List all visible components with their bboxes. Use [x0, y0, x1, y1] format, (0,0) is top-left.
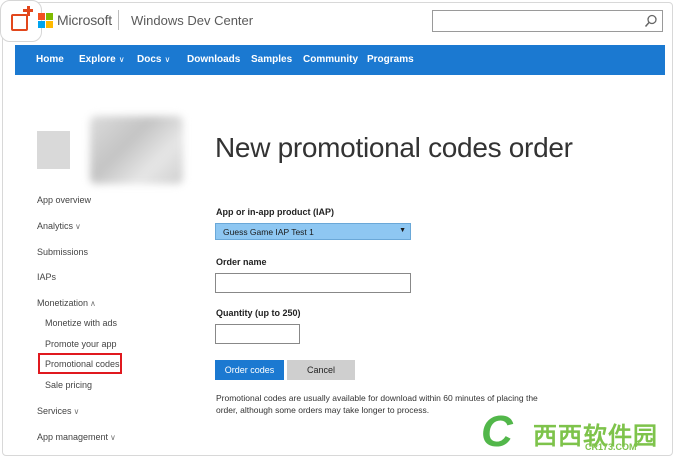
search-icon[interactable]	[644, 14, 658, 28]
chevron-down-icon: ∨	[75, 222, 81, 231]
app-thumbnail	[37, 131, 70, 169]
sidebar-item-monetize-with-ads[interactable]: Monetize with ads	[45, 318, 117, 328]
sidebar-item-promotional-codes[interactable]: Promotional codes	[45, 359, 120, 369]
watermark-url: CR173.COM	[585, 442, 637, 452]
header-divider	[118, 10, 119, 30]
quantity-field[interactable]	[215, 324, 300, 344]
nav-samples[interactable]: Samples	[251, 54, 292, 65]
product-select-value: Guess Game IAP Test 1	[223, 227, 314, 237]
site-watermark: C 西西软件园 CR173.COM	[475, 408, 675, 458]
chevron-up-icon: ∧	[90, 299, 96, 308]
product-label: App or in-app product (IAP)	[216, 207, 334, 217]
search-input[interactable]	[432, 10, 663, 32]
order-codes-button[interactable]: Order codes	[215, 360, 284, 380]
sidebar-item-services[interactable]: Services ∨	[37, 406, 79, 416]
cancel-button[interactable]: Cancel	[287, 360, 355, 380]
add-tab-icon[interactable]	[0, 0, 42, 42]
order-name-label: Order name	[216, 257, 267, 267]
chevron-down-icon: ∨	[164, 55, 171, 64]
order-name-field[interactable]	[215, 273, 411, 293]
nav-docs[interactable]: Docs ∨	[137, 54, 170, 65]
app-name-blurred	[90, 116, 183, 184]
sidebar-item-iaps[interactable]: IAPs	[37, 272, 56, 282]
main-nav: Home Explore ∨ Docs ∨ Downloads Samples Co…	[15, 45, 665, 75]
nav-downloads[interactable]: Downloads	[187, 54, 240, 65]
microsoft-logo-icon[interactable]	[38, 13, 53, 28]
chevron-down-icon: ∨	[73, 407, 80, 416]
nav-community[interactable]: Community	[303, 54, 358, 65]
watermark-logo-icon: C	[481, 407, 513, 456]
site-title[interactable]: Windows Dev Center	[131, 13, 253, 28]
sidebar-item-submissions[interactable]: Submissions	[37, 247, 88, 257]
nav-explore[interactable]: Explore ∨	[79, 54, 125, 65]
sidebar-item-sale-pricing[interactable]: Sale pricing	[45, 380, 92, 390]
sidebar-item-analytics[interactable]: Analytics ∨	[37, 221, 81, 231]
chevron-down-icon: ∨	[118, 55, 125, 64]
sidebar-item-promote-your-app[interactable]: Promote your app	[45, 339, 117, 349]
sidebar-item-app-overview[interactable]: App overview	[37, 195, 91, 205]
sidebar-item-monetization[interactable]: Monetization ∧	[37, 298, 96, 308]
page-title: New promotional codes order	[215, 132, 573, 163]
product-select[interactable]: Guess Game IAP Test 1 ▼	[215, 223, 411, 240]
brand-name[interactable]: Microsoft	[57, 12, 112, 28]
nav-home[interactable]: Home	[36, 54, 64, 65]
chevron-down-icon: ∨	[110, 433, 116, 442]
caret-down-icon: ▼	[399, 227, 406, 234]
nav-programs[interactable]: Programs	[367, 54, 414, 65]
quantity-label: Quantity (up to 250)	[216, 308, 301, 318]
sidebar-item-app-management[interactable]: App management ∨	[37, 432, 116, 442]
